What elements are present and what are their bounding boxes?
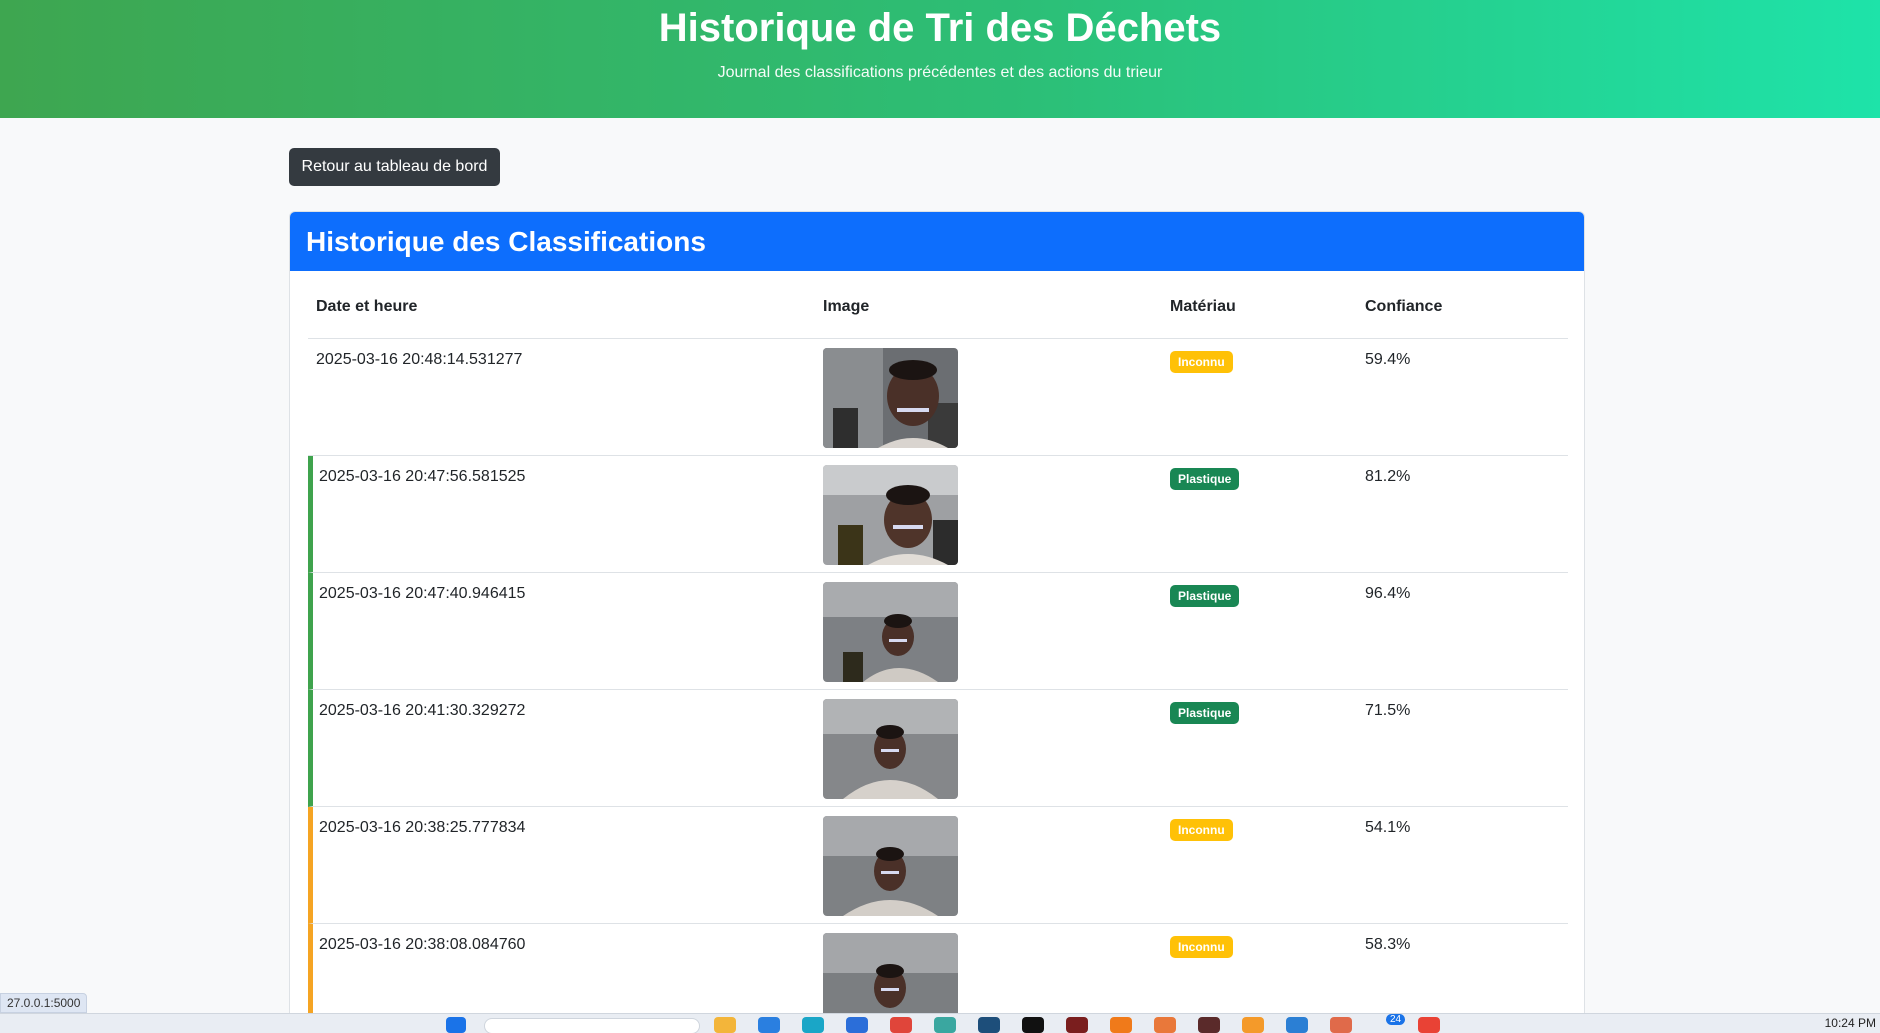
row-datetime: 2025-03-16 20:38:25.777834 xyxy=(319,819,526,836)
table-row: 2025-03-16 20:41:30.329272 Plastique 71.… xyxy=(308,690,1568,807)
captured-photo xyxy=(823,816,958,916)
edge-browser-icon[interactable] xyxy=(802,1017,824,1033)
row-thumbnail[interactable] xyxy=(823,348,958,448)
row-datetime: 2025-03-16 20:38:08.084760 xyxy=(319,936,526,953)
app-icon[interactable] xyxy=(1066,1017,1088,1033)
material-badge: Inconnu xyxy=(1170,819,1233,841)
row-confidence: 71.5% xyxy=(1365,702,1411,719)
taskbar-clock: 10:24 PM xyxy=(1824,1016,1876,1030)
material-badge: Plastique xyxy=(1170,585,1240,607)
table-row: 2025-03-16 20:47:56.581525 Plastique 81.… xyxy=(308,456,1568,573)
page-subtitle: Journal des classifications précédentes … xyxy=(717,64,1163,81)
material-badge: Inconnu xyxy=(1170,351,1233,373)
vscode-icon[interactable] xyxy=(1286,1017,1308,1033)
row-datetime: 2025-03-16 20:47:40.946415 xyxy=(319,585,526,602)
row-datetime: 2025-03-16 20:48:14.531277 xyxy=(316,351,523,368)
column-header-datetime: Date et heure xyxy=(316,298,418,315)
store-app-icon[interactable] xyxy=(846,1017,868,1033)
row-thumbnail[interactable] xyxy=(823,582,958,682)
back-to-dashboard-button[interactable]: Retour au tableau de bord xyxy=(289,148,500,186)
captured-photo xyxy=(823,465,958,565)
history-card: Historique des Classifications Date et h… xyxy=(289,211,1585,1033)
card-title: Historique des Classifications xyxy=(306,225,706,257)
notification-count-badge: 24 xyxy=(1386,1014,1406,1025)
row-datetime: 2025-03-16 20:41:30.329272 xyxy=(319,702,526,719)
row-thumbnail[interactable] xyxy=(823,465,958,565)
app-icon[interactable] xyxy=(1154,1017,1176,1033)
brave-browser-icon[interactable] xyxy=(890,1017,912,1033)
column-header-material: Matériau xyxy=(1170,298,1236,315)
taskbar-search-input[interactable] xyxy=(484,1018,700,1033)
app-icon[interactable] xyxy=(1110,1017,1132,1033)
row-confidence: 96.4% xyxy=(1365,585,1411,602)
start-menu-icon[interactable] xyxy=(446,1017,466,1033)
material-badge: Plastique xyxy=(1170,468,1240,490)
history-table: Date et heure Image Matériau Confiance 2… xyxy=(308,271,1568,1033)
terminal-icon[interactable] xyxy=(1022,1017,1044,1033)
material-badge: Inconnu xyxy=(1170,936,1233,958)
table-header: Date et heure Image Matériau Confiance xyxy=(308,271,1568,339)
status-bar-url: 27.0.0.1:5000 xyxy=(0,993,88,1013)
row-confidence: 54.1% xyxy=(1365,819,1411,836)
app-icon[interactable] xyxy=(1242,1017,1264,1033)
chrome-browser-icon[interactable] xyxy=(1418,1017,1440,1033)
column-header-image: Image xyxy=(823,298,870,315)
app-icon[interactable] xyxy=(1330,1017,1352,1033)
material-badge: Plastique xyxy=(1170,702,1240,724)
app-icon[interactable] xyxy=(978,1017,1000,1033)
row-confidence: 58.3% xyxy=(1365,936,1411,953)
mail-app-icon[interactable] xyxy=(758,1017,780,1033)
captured-photo xyxy=(823,348,958,448)
app-icon[interactable] xyxy=(934,1017,956,1033)
table-row: 2025-03-16 20:47:40.946415 Plastique 96.… xyxy=(308,573,1568,690)
captured-photo xyxy=(823,582,958,682)
row-datetime: 2025-03-16 20:47:56.581525 xyxy=(319,468,526,485)
row-thumbnail[interactable] xyxy=(823,816,958,916)
card-header: Historique des Classifications xyxy=(290,212,1584,271)
table-row: 2025-03-16 20:48:14.531277 Inconnu 59.4% xyxy=(308,339,1568,456)
page-header: Historique de Tri des Déchets Journal de… xyxy=(0,0,1880,118)
app-icon[interactable] xyxy=(1198,1017,1220,1033)
table-row: 2025-03-16 20:38:25.777834 Inconnu 54.1% xyxy=(308,807,1568,924)
captured-photo xyxy=(823,699,958,799)
page-title: Historique de Tri des Déchets xyxy=(658,6,1222,50)
row-confidence: 81.2% xyxy=(1365,468,1411,485)
row-thumbnail[interactable] xyxy=(823,699,958,799)
row-confidence: 59.4% xyxy=(1365,351,1411,368)
os-taskbar: 24 10:24 PM xyxy=(0,1013,1880,1033)
column-header-confidence: Confiance xyxy=(1365,298,1443,315)
file-explorer-icon[interactable] xyxy=(714,1017,736,1033)
